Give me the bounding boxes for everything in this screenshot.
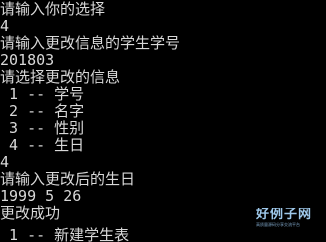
console-window[interactable]: 请输入你的选择 4 请输入更改信息的学生学号 201803 请选择更改的信息 1… <box>0 0 326 242</box>
console-line-prompt-student-id: 请输入更改信息的学生学号 <box>0 34 181 52</box>
console-line-input-birthday: 1999 5 26 <box>0 187 82 205</box>
watermark-logo: 好例子网 <box>256 208 313 222</box>
console-line-success: 更改成功 <box>0 204 61 222</box>
console-line-input-choice: 4 <box>0 17 10 35</box>
console-line-prompt-birthday: 请输入更改后的生日 <box>0 170 136 188</box>
console-line-input-student-id: 201803 <box>0 51 55 69</box>
console-line-option-id: 1 -- 学号 <box>0 85 85 103</box>
console-line-menu-new-table: 1 -- 新建学生表 <box>0 226 130 242</box>
console-line-option-name: 2 -- 名字 <box>0 102 85 120</box>
watermark-subtitle: 高质量源码分享交流平台 <box>256 222 300 227</box>
console-line-prompt-field: 请选择更改的信息 <box>0 68 121 86</box>
console-line-prompt-choice: 请输入你的选择 <box>0 0 106 18</box>
console-line-input-field: 4 <box>0 153 10 171</box>
site-watermark: 好例子网 高质量源码分享交流平台 <box>256 208 322 232</box>
console-line-option-gender: 3 -- 性别 <box>0 119 85 137</box>
console-line-option-birthday: 4 -- 生日 <box>0 136 85 154</box>
